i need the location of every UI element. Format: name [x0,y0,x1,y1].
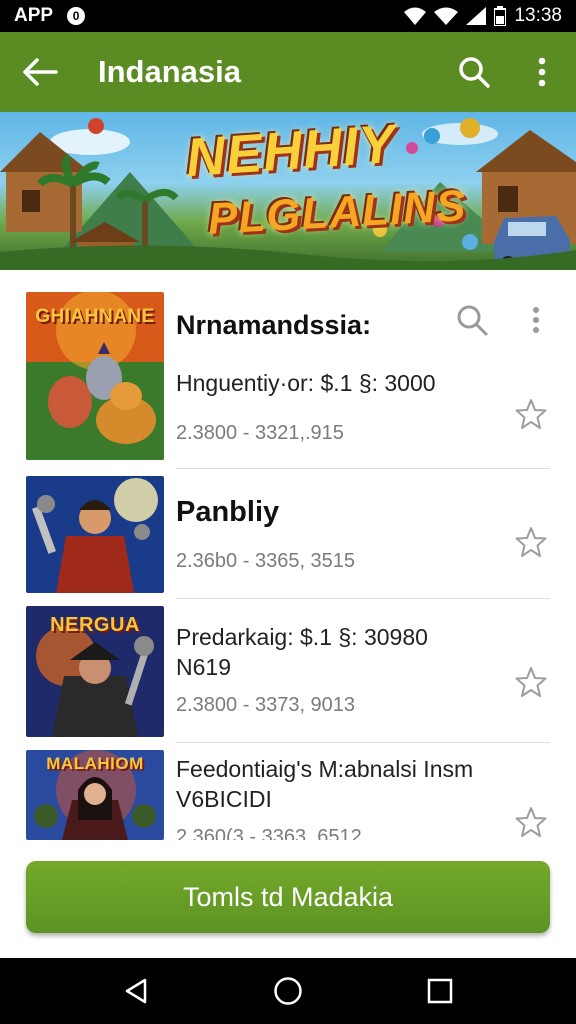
divider [176,742,550,743]
status-bar: APP 0 13:38 [0,0,576,32]
app-bar: Indanasia [0,32,576,112]
game-list: GHIAHNANE Nrnamandssia: Hnguentiy·or: $.… [0,270,576,958]
more-vert-icon[interactable] [508,32,576,112]
system-nav-bar [0,958,576,1024]
item-name: Nrnamandssia: [176,310,372,340]
wifi-icon-2 [434,7,459,25]
divider [176,598,550,599]
star-icon[interactable] [515,398,547,430]
divider [176,468,550,469]
recents-square-icon[interactable] [410,961,470,1021]
page-title: Indanasia [98,54,241,89]
list-item[interactable]: GHIAHNANE Nrnamandssia: Hnguentiy·or: $.… [0,270,576,470]
promo-banner[interactable]: NEHHIY PLGLALINS [0,112,576,270]
game-thumbnail [26,476,164,593]
home-circle-icon[interactable] [258,961,318,1021]
thumbnail-title: NERGUA [50,614,140,636]
item-price: 2.3800 - 3321,.915 [176,422,344,444]
item-subtitle-2: V6BICIDI [176,786,272,812]
wifi-icon [404,7,427,25]
signal-icon [466,7,487,25]
item-name: Panbliy [176,496,280,528]
primary-action-button[interactable]: Tomls td Madakia [26,861,550,933]
star-icon[interactable] [515,526,547,558]
game-thumbnail: MALAHIOM [26,750,164,840]
item-subtitle: Hnguentiy·or: $.1 §: 3000 [176,370,436,396]
back-arrow-icon[interactable] [0,32,80,112]
item-price: 2.3800 - 3373, 9013 [176,694,356,716]
search-icon[interactable] [440,32,508,112]
search-icon[interactable] [454,302,490,338]
item-price: 2.360(3 - 3363, 6512 [176,828,362,840]
star-icon[interactable] [515,666,547,698]
list-item[interactable]: Panbliy 2.36b0 - 3365, 3515 [0,470,576,600]
status-app-label: APP [14,5,54,26]
item-price-clip: 2.360(3 - 3363, 6512 [176,828,376,840]
item-subtitle: Predarkaig: $.1 §: 30980 [176,624,428,650]
game-thumbnail: NERGUA [26,606,164,737]
thumbnail-title: MALAHIOM [46,754,144,773]
list-item[interactable]: NERGUA Predarkaig: $.1 §: 30980 N619 2.3… [0,600,576,744]
more-vert-icon[interactable] [524,302,548,338]
notification-badge: 0 [67,7,86,25]
list-item[interactable]: MALAHIOM Feedontiaig's M:abnalsi Insm V6… [0,744,576,848]
item-subtitle: Feedontiaig's M:abnalsi Insm [176,756,474,782]
item-price: 2.36b0 - 3365, 3515 [176,550,356,572]
battery-icon [494,6,507,26]
thumbnail-title: GHIAHNANE [35,306,155,327]
item-subtitle-2: N619 [176,654,231,680]
star-icon[interactable] [515,806,547,838]
clock: 13:38 [514,5,562,26]
game-thumbnail: GHIAHNANE [26,292,164,460]
back-triangle-icon[interactable] [106,961,166,1021]
